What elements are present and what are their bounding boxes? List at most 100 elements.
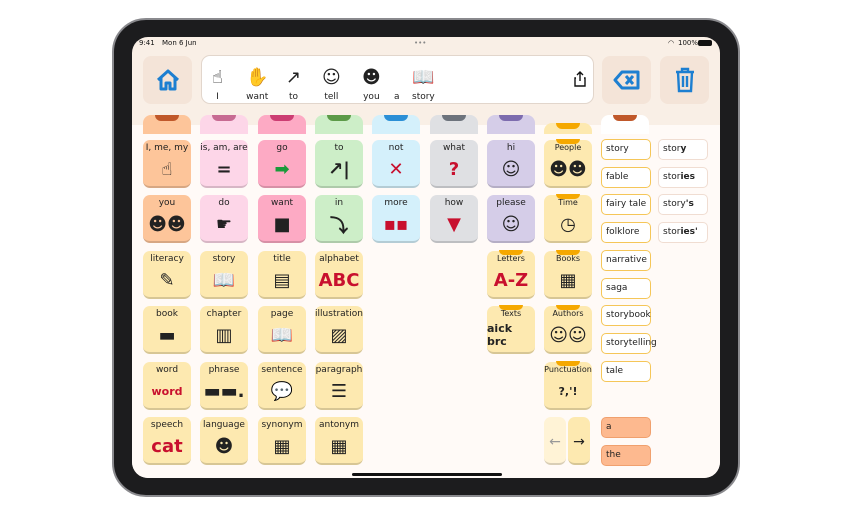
cell-want[interactable]: want ■ (258, 195, 306, 243)
sentence-word[interactable]: a (394, 56, 400, 105)
cell-label: People (554, 143, 582, 152)
category-tab[interactable] (315, 115, 363, 134)
word-list-item[interactable]: story (601, 139, 651, 160)
cell-story[interactable]: story 📖 (200, 251, 248, 299)
cell-sentence[interactable]: sentence 💬 (258, 362, 306, 410)
cell-language[interactable]: language ☻ (200, 417, 248, 465)
multitask-dots[interactable]: ••• (414, 39, 426, 47)
clear-button[interactable] (660, 56, 709, 104)
cell-texts[interactable]: Texts aick brc (487, 305, 535, 354)
category-tab[interactable] (430, 115, 478, 134)
cell-is-am-are[interactable]: is, am, are = (200, 140, 248, 188)
symbol-icon: ABC (318, 270, 360, 291)
cell-time[interactable]: Time ◷ (544, 194, 592, 243)
word-list-item[interactable]: fable (601, 166, 651, 188)
word-label: you (363, 92, 380, 102)
cell-do[interactable]: do ☛ (200, 195, 248, 243)
home-button[interactable] (143, 56, 192, 104)
cell-synonym[interactable]: synonym ▦ (258, 417, 306, 465)
word-label: a (394, 92, 400, 102)
cell-speech[interactable]: speech cat (143, 417, 191, 465)
cell-books[interactable]: Books ▦ (544, 250, 592, 299)
trash-icon (675, 67, 694, 93)
cell-title[interactable]: title ▤ (258, 251, 306, 299)
word-ending: ies' (680, 227, 698, 238)
folder-notch (499, 305, 523, 310)
article-a[interactable]: a (601, 417, 651, 438)
word-form-item[interactable]: stories' (658, 222, 708, 244)
category-tab[interactable] (200, 115, 248, 134)
symbol-icon: ☺ (322, 66, 341, 88)
cell-page[interactable]: page 📖 (258, 306, 306, 354)
cell-what[interactable]: what? (430, 140, 478, 188)
symbol-icon: ▬▬. (203, 381, 245, 402)
symbol-icon: ✕ (388, 159, 404, 180)
vocabulary-board: I, me, my ☝ is, am, are = go ➡ to ↗| not ✕ what? hi… (132, 115, 720, 478)
sentence-word[interactable]: ☻ you (362, 56, 381, 105)
word-form-item[interactable]: story (658, 139, 708, 160)
cell-not[interactable]: not ✕ (372, 140, 420, 188)
cell-how[interactable]: how ▼ (430, 195, 478, 243)
cell-word[interactable]: word word (143, 362, 191, 410)
cell-label: more (384, 198, 408, 208)
share-icon[interactable] (574, 71, 586, 87)
cell-in[interactable]: in ⤵ (315, 195, 363, 243)
word-list-item[interactable]: storybook (601, 305, 651, 327)
cell-label: how (444, 198, 464, 208)
word-form-item[interactable]: stories (658, 166, 708, 188)
word-list-item[interactable]: narrative (601, 249, 651, 271)
word-list-item[interactable]: tale (601, 360, 651, 382)
wifi-icon: ◠ (668, 39, 675, 47)
sentence-bar[interactable]: ☝ I ✋ want ↗ to ☺ tell ☻ you a 📖 story (201, 55, 594, 104)
symbol-icon: ✋ (246, 66, 269, 88)
cell-chapter[interactable]: chapter ▥ (200, 306, 248, 354)
cell-phrase[interactable]: phrase ▬▬. (200, 362, 248, 410)
cell-label: Time (558, 198, 578, 207)
next-page-button[interactable]: → (568, 417, 590, 465)
cell-letters[interactable]: Letters A-Z (487, 250, 535, 299)
article-the[interactable]: the (601, 445, 651, 466)
home-indicator (352, 473, 502, 476)
backspace-button[interactable] (602, 56, 651, 104)
cell-authors[interactable]: Authors ☺☺ (544, 305, 592, 354)
folder-notch (499, 250, 523, 255)
cell-literacy[interactable]: literacy ✎ (143, 251, 191, 299)
category-tab[interactable] (601, 115, 649, 134)
word-form-item[interactable]: story's (658, 194, 708, 216)
cell-people[interactable]: People ☻☻ (544, 139, 592, 188)
cell-you[interactable]: you ☻☻ (143, 195, 191, 243)
cell-to[interactable]: to ↗| (315, 140, 363, 188)
sentence-word[interactable]: 📖 story (412, 56, 435, 105)
category-tab[interactable] (258, 115, 306, 134)
word-stem: stor (663, 171, 681, 182)
sentence-word[interactable]: ☺ tell (322, 56, 341, 105)
sentence-word[interactable]: ☝ I (212, 56, 223, 105)
cell-please[interactable]: please ☺ (487, 195, 535, 243)
cell-go[interactable]: go ➡ (258, 140, 306, 188)
cell-paragraph[interactable]: paragraph ☰ (315, 362, 363, 410)
category-tab[interactable] (544, 123, 592, 134)
word-list-item[interactable]: storytelling (601, 332, 657, 354)
category-tab[interactable] (372, 115, 420, 134)
word-list-item[interactable]: folklore (601, 222, 651, 244)
cell-punctuation[interactable]: Punctuation ?,'! (544, 361, 592, 410)
word-list-item[interactable]: fairy tale (601, 194, 651, 216)
sentence-word[interactable]: ↗ to (286, 56, 301, 105)
cell-illustration[interactable]: illustration ▨ (315, 306, 363, 354)
word-list-item[interactable]: saga (601, 277, 651, 299)
symbol-icon: ⤵ (330, 215, 348, 237)
cell-alphabet[interactable]: alphabet ABC (315, 251, 363, 299)
category-tab[interactable] (143, 115, 191, 134)
cell-hi[interactable]: hi ☺ (487, 140, 535, 188)
category-tab[interactable] (487, 115, 535, 134)
cell-more[interactable]: more ▪▪ (372, 195, 420, 243)
cell-book[interactable]: book ▬ (143, 306, 191, 354)
symbol-icon: ☝ (161, 159, 173, 180)
prev-page-button[interactable]: ← (544, 417, 566, 465)
symbol-icon: ☺ (501, 159, 521, 180)
tab-notch (212, 115, 236, 121)
sentence-word[interactable]: ✋ want (246, 56, 268, 105)
cell-antonym[interactable]: antonym ▦ (315, 417, 363, 465)
cell-i-me-my[interactable]: I, me, my ☝ (143, 140, 191, 188)
word-text: fairy tale (606, 199, 647, 210)
